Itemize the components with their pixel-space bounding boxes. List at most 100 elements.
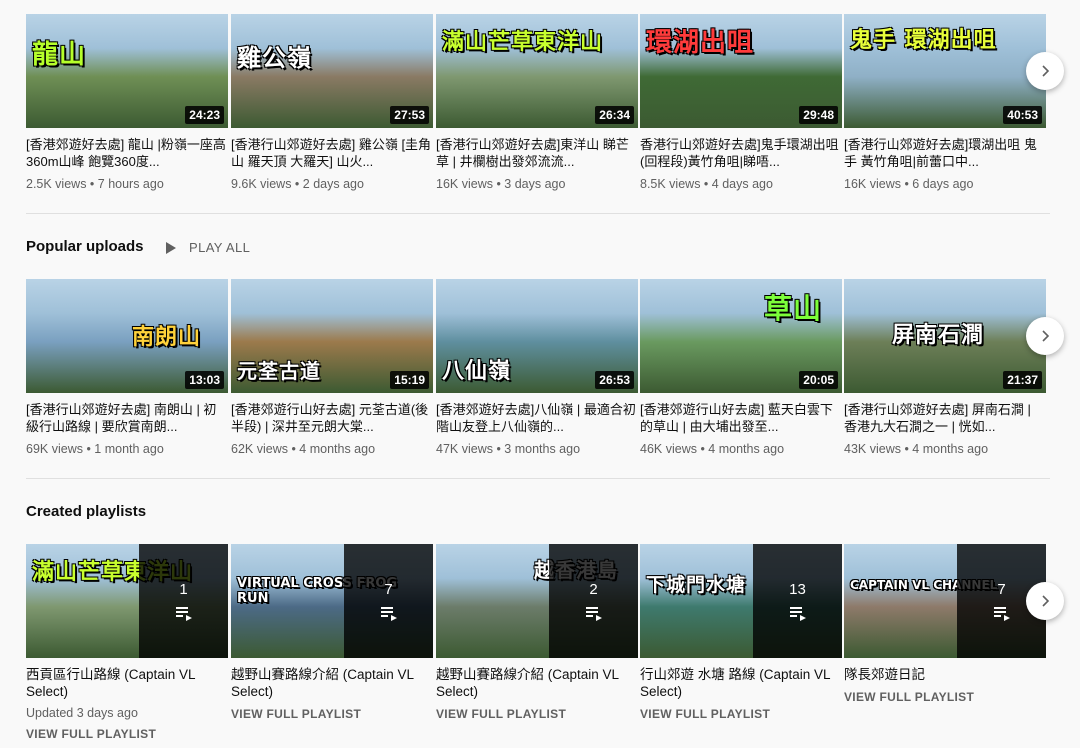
recent-uploads-row: 龍山 24:23 [香港郊遊好去處] 龍山 |粉嶺一座高360m山峰 飽覽360… bbox=[26, 14, 1046, 191]
video-title[interactable]: [香港郊遊行山好去處] 藍天白雲下的草山 | 由大埔出發至... bbox=[640, 401, 842, 435]
thumbnail-text: 滿山芒草東洋山 bbox=[442, 30, 604, 55]
video-title[interactable]: [香港郊遊好去處] 龍山 |粉嶺一座高360m山峰 飽覽360度... bbox=[26, 136, 228, 170]
playlists-row: 滿山芒草東洋山 1 西貢區行山路線 (Captain VL Select) Up… bbox=[26, 544, 1046, 744]
video-card[interactable]: 滿山芒草東洋山 26:34 [香港行山郊遊好去處]東洋山 睇芒草 | 井欄樹出發… bbox=[436, 14, 638, 191]
video-thumbnail[interactable]: 鬼手 環湖出咀 40:53 bbox=[844, 14, 1046, 128]
playlist-card[interactable]: 越香港島 2 越野山賽路線介紹 (Captain VL Select) VIEW… bbox=[436, 544, 638, 721]
video-card[interactable]: 屏南石澗 21:37 [香港行山郊遊好去處] 屏南石澗 | 香港九大石澗之一 |… bbox=[844, 279, 1046, 456]
video-title[interactable]: [香港行山郊遊好去處]環湖出咀 鬼手 黃竹角咀|前蕾口中... bbox=[844, 136, 1046, 170]
video-meta: 43K views • 4 months ago bbox=[844, 442, 989, 456]
view-full-playlist-link[interactable]: VIEW FULL PLAYLIST bbox=[436, 707, 638, 721]
video-thumbnail[interactable]: 環湖出咀 29:48 bbox=[640, 14, 842, 128]
playlist-updated: Updated 3 days ago bbox=[26, 706, 138, 720]
playlist-thumbnail[interactable]: CAPTAIN VL CHANNEL 7 bbox=[844, 544, 1046, 658]
playlist-card[interactable]: CAPTAIN VL CHANNEL 7 隊長郊遊日記 VIEW FULL PL… bbox=[844, 544, 1046, 704]
video-meta: 47K views • 3 months ago bbox=[436, 442, 581, 456]
chevron-right-icon bbox=[1042, 595, 1050, 607]
shelf-next-button[interactable] bbox=[1026, 582, 1064, 620]
chevron-right-icon bbox=[1042, 65, 1050, 77]
video-title[interactable]: [香港行山郊遊好去處] 雞公嶺 [圭角山 羅天頂 大羅天] 山火... bbox=[231, 136, 433, 170]
playlist-title[interactable]: 越野山賽路線介紹 (Captain VL Select) bbox=[231, 666, 433, 700]
video-meta: 9.6K views • 2 days ago bbox=[231, 177, 364, 191]
video-duration: 26:34 bbox=[595, 106, 634, 124]
play-all-button[interactable]: PLAY ALL bbox=[166, 240, 250, 255]
playlist-overlay: 1 bbox=[139, 544, 228, 658]
playlist-icon bbox=[175, 606, 192, 621]
video-card[interactable]: 草山 20:05 [香港郊遊行山好去處] 藍天白雲下的草山 | 由大埔出發至..… bbox=[640, 279, 842, 456]
video-duration: 15:19 bbox=[390, 371, 429, 389]
video-card[interactable]: 雞公嶺 27:53 [香港行山郊遊好去處] 雞公嶺 [圭角山 羅天頂 大羅天] … bbox=[231, 14, 433, 191]
video-thumbnail[interactable]: 雞公嶺 27:53 bbox=[231, 14, 433, 128]
video-meta: 62K views • 4 months ago bbox=[231, 442, 376, 456]
playlist-title[interactable]: 西貢區行山路線 (Captain VL Select) bbox=[26, 666, 228, 700]
playlist-card[interactable]: 滿山芒草東洋山 1 西貢區行山路線 (Captain VL Select) Up… bbox=[26, 544, 228, 741]
video-thumbnail[interactable]: 南朗山 13:03 bbox=[26, 279, 228, 393]
video-meta: 8.5K views • 4 days ago bbox=[640, 177, 773, 191]
thumbnail-text: 龍山 bbox=[32, 40, 87, 70]
video-title[interactable]: [香港郊遊好去處]八仙嶺 | 最適合初階山友登上八仙嶺的... bbox=[436, 401, 638, 435]
video-thumbnail[interactable]: 草山 20:05 bbox=[640, 279, 842, 393]
video-meta: 16K views • 3 days ago bbox=[436, 177, 566, 191]
video-title[interactable]: [香港行山郊遊好去處]東洋山 睇芒草 | 井欄樹出發郊流流... bbox=[436, 136, 638, 170]
video-duration: 27:53 bbox=[390, 106, 429, 124]
playlist-count: 1 bbox=[179, 580, 188, 598]
view-full-playlist-link[interactable]: VIEW FULL PLAYLIST bbox=[26, 727, 228, 741]
video-card[interactable]: 龍山 24:23 [香港郊遊好去處] 龍山 |粉嶺一座高360m山峰 飽覽360… bbox=[26, 14, 228, 191]
playlist-thumbnail[interactable]: 滿山芒草東洋山 1 bbox=[26, 544, 228, 658]
video-thumbnail[interactable]: 龍山 24:23 bbox=[26, 14, 228, 128]
playlist-thumbnail[interactable]: 下城門水塘 13 bbox=[640, 544, 842, 658]
playlist-count: 13 bbox=[789, 580, 806, 598]
thumbnail-text: 環湖出咀 bbox=[646, 28, 755, 58]
playlist-thumbnail[interactable]: VIRTUAL CROSS FROG RUN 7 bbox=[231, 544, 433, 658]
playlist-icon bbox=[585, 606, 602, 621]
playlist-title[interactable]: 越野山賽路線介紹 (Captain VL Select) bbox=[436, 666, 638, 700]
playlist-count: 7 bbox=[997, 580, 1006, 598]
playlist-icon bbox=[380, 606, 397, 621]
video-meta: 46K views • 4 months ago bbox=[640, 442, 785, 456]
video-duration: 26:53 bbox=[595, 371, 634, 389]
thumbnail-text: 八仙嶺 bbox=[442, 359, 512, 384]
video-title[interactable]: 香港行山郊遊好去處]鬼手環湖出咀(回程段)黃竹角咀|睇唔... bbox=[640, 136, 842, 170]
video-duration: 24:23 bbox=[185, 106, 224, 124]
video-meta: 2.5K views • 7 hours ago bbox=[26, 177, 164, 191]
view-full-playlist-link[interactable]: VIEW FULL PLAYLIST bbox=[844, 690, 1046, 704]
play-icon bbox=[166, 241, 176, 254]
video-duration: 21:37 bbox=[1003, 371, 1042, 389]
playlist-icon bbox=[993, 606, 1010, 621]
playlist-card[interactable]: VIRTUAL CROSS FROG RUN 7 越野山賽路線介紹 (Capta… bbox=[231, 544, 433, 721]
video-title[interactable]: [香港行山郊遊好去處] 屏南石澗 | 香港九大石澗之一 | 恍如... bbox=[844, 401, 1046, 435]
playlist-overlay: 13 bbox=[753, 544, 842, 658]
playlist-title[interactable]: 隊長郊遊日記 bbox=[844, 666, 1046, 683]
thumbnail-text: 鬼手 環湖出咀 bbox=[850, 28, 997, 53]
playlist-card[interactable]: 下城門水塘 13 行山郊遊 水塘 路線 (Captain VL Select) … bbox=[640, 544, 842, 721]
section-title-playlists: Created playlists bbox=[26, 503, 147, 520]
video-thumbnail[interactable]: 八仙嶺 26:53 bbox=[436, 279, 638, 393]
shelf-next-button[interactable] bbox=[1026, 317, 1064, 355]
video-thumbnail[interactable]: 滿山芒草東洋山 26:34 bbox=[436, 14, 638, 128]
video-thumbnail[interactable]: 元荃古道 15:19 bbox=[231, 279, 433, 393]
video-card[interactable]: 南朗山 13:03 [香港行山郊遊好去處] 南朗山 | 初級行山路線 | 要欣賞… bbox=[26, 279, 228, 456]
video-card[interactable]: 八仙嶺 26:53 [香港郊遊好去處]八仙嶺 | 最適合初階山友登上八仙嶺的..… bbox=[436, 279, 638, 456]
video-card[interactable]: 環湖出咀 29:48 香港行山郊遊好去處]鬼手環湖出咀(回程段)黃竹角咀|睇唔.… bbox=[640, 14, 842, 191]
video-meta: 69K views • 1 month ago bbox=[26, 442, 164, 456]
playlist-icon bbox=[789, 606, 806, 621]
video-thumbnail[interactable]: 屏南石澗 21:37 bbox=[844, 279, 1046, 393]
thumbnail-text: 南朗山 bbox=[132, 325, 202, 350]
shelf-next-button[interactable] bbox=[1026, 52, 1064, 90]
section-divider bbox=[26, 213, 1050, 214]
video-title[interactable]: [香港郊遊行山好去處] 元荃古道(後半段) | 深井至元朗大棠... bbox=[231, 401, 433, 435]
video-title[interactable]: [香港行山郊遊好去處] 南朗山 | 初級行山路線 | 要欣賞南朗... bbox=[26, 401, 228, 435]
thumbnail-text: 屏南石澗 bbox=[892, 323, 985, 348]
view-full-playlist-link[interactable]: VIEW FULL PLAYLIST bbox=[231, 707, 433, 721]
video-card[interactable]: 鬼手 環湖出咀 40:53 [香港行山郊遊好去處]環湖出咀 鬼手 黃竹角咀|前蕾… bbox=[844, 14, 1046, 191]
playlist-overlay: 2 bbox=[549, 544, 638, 658]
thumbnail-text: 下城門水塘 bbox=[646, 574, 747, 596]
thumbnail-text: 草山 bbox=[764, 292, 823, 325]
view-full-playlist-link[interactable]: VIEW FULL PLAYLIST bbox=[640, 707, 842, 721]
video-card[interactable]: 元荃古道 15:19 [香港郊遊行山好去處] 元荃古道(後半段) | 深井至元朗… bbox=[231, 279, 433, 456]
playlist-thumbnail[interactable]: 越香港島 2 bbox=[436, 544, 638, 658]
playlist-title[interactable]: 行山郊遊 水塘 路線 (Captain VL Select) bbox=[640, 666, 842, 700]
video-duration: 13:03 bbox=[185, 371, 224, 389]
video-duration: 20:05 bbox=[799, 371, 838, 389]
section-divider bbox=[26, 478, 1050, 479]
